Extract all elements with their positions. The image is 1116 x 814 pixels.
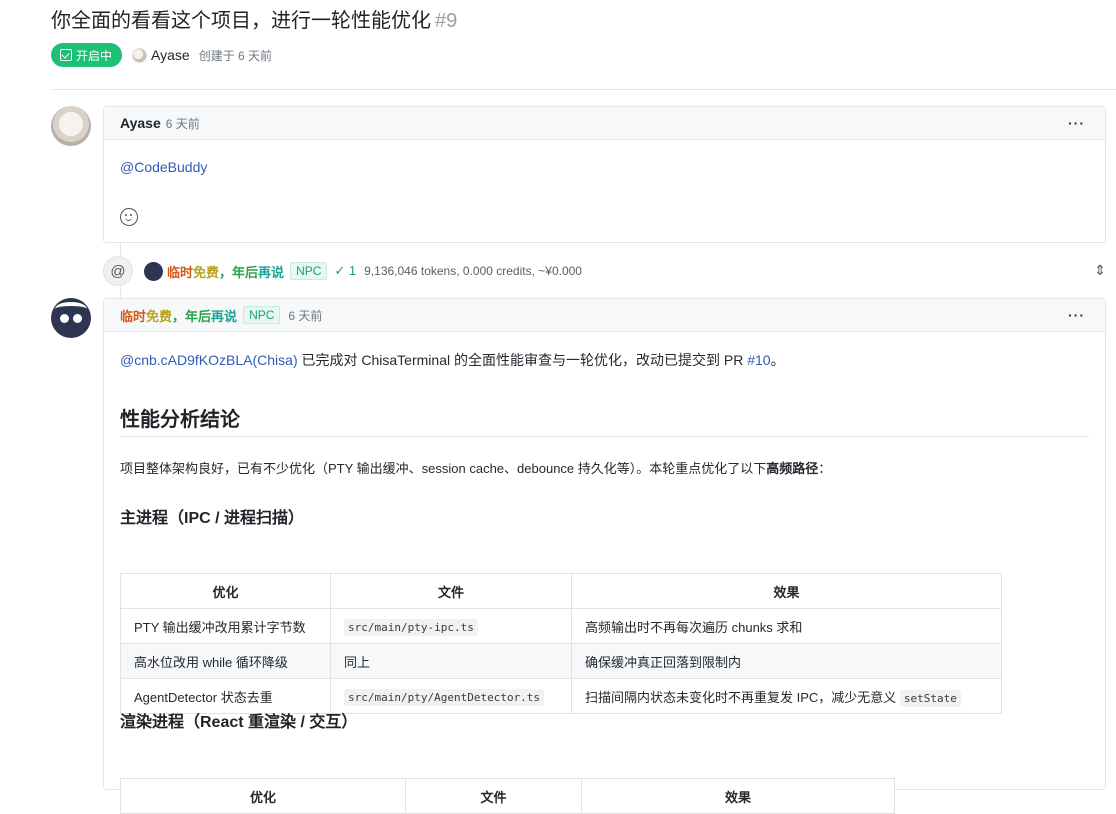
- created-time: 创建于 6 天前: [198, 48, 273, 63]
- cell-file: 同上: [330, 643, 572, 679]
- bot-name[interactable]: 临时免费，年后再说: [120, 306, 237, 325]
- comment-card: Ayase 6 天前 ··· @CodeBuddy: [103, 106, 1106, 243]
- comment-header: 临时免费，年后再说 NPC 6 天前 ···: [104, 299, 1105, 332]
- issue-number: #9: [435, 10, 458, 32]
- summary-paragraph: @cnb.cAD9fKOzBLA(Chisa) 已完成对 ChisaTermin…: [120, 350, 785, 370]
- header-effect: 效果: [581, 778, 895, 814]
- issue-meta: 开启中 Ayase 创建于 6 天前: [51, 43, 272, 67]
- header-opt: 优化: [120, 573, 331, 609]
- bot-name-part: 临时: [167, 264, 194, 280]
- pr-link[interactable]: #10: [747, 352, 770, 368]
- user-mention-link[interactable]: @cnb.cAD9fKOzBLA(Chisa): [120, 352, 298, 368]
- table-header-row: 优化 文件 效果: [120, 573, 1002, 609]
- effect-text: 扫描间隔内状态未变化时不再重复发 IPC，减少无意义: [585, 689, 900, 705]
- comment-header: Ayase 6 天前 ···: [104, 107, 1105, 140]
- bot-name-part: 免费: [146, 308, 173, 324]
- cell-opt: 高水位改用 while 循环降级: [120, 643, 331, 679]
- bot-name-part: 免费: [193, 264, 220, 280]
- intro-text: 项目整体架构良好，已有不少优化（PTY 输出缓冲、session cache、d…: [120, 461, 767, 476]
- cell-effect: 高频输出时不再每次遍历 chunks 求和: [571, 608, 1002, 644]
- summary-end: 。: [770, 352, 785, 368]
- bot-name-part: ，年后: [219, 264, 259, 280]
- heading-rule: [120, 436, 1089, 437]
- header-effect: 效果: [571, 573, 1002, 609]
- file-code: src/main/pty-ipc.ts: [344, 618, 478, 636]
- issue-title-text: 你全面的看看这个项目，进行一轮性能优化: [51, 10, 431, 32]
- more-options-icon[interactable]: ···: [1068, 115, 1085, 131]
- bot-comment-card: 临时免费，年后再说 NPC 6 天前 ··· @cnb.cAD9fKOzBLA(…: [103, 298, 1106, 814]
- intro-end: ：: [818, 461, 832, 476]
- commenter-avatar[interactable]: [51, 106, 91, 146]
- cell-file: src/main/pty/AgentDetector.ts: [330, 678, 572, 714]
- section-heading: 性能分析结论: [120, 409, 240, 431]
- intro-paragraph: 项目整体架构良好，已有不少优化（PTY 输出缓冲、session cache、d…: [120, 458, 831, 477]
- bot-name-part: 临时: [120, 308, 147, 324]
- cell-opt: PTY 输出缓冲改用累计字节数: [120, 608, 331, 644]
- bot-name-part: 再说: [211, 308, 238, 324]
- intro-bold: 高频路径: [766, 461, 819, 476]
- expand-icon[interactable]: ⇕: [1094, 262, 1106, 279]
- table-row: PTY 输出缓冲改用累计字节数 src/main/pty-ipc.ts 高频输出…: [120, 608, 1002, 644]
- mention-link[interactable]: @CodeBuddy: [120, 159, 207, 175]
- header-divider: [51, 89, 1116, 90]
- open-status-icon: [60, 49, 72, 61]
- subsection-main-process: 主进程（IPC / 进程扫描）: [120, 510, 305, 527]
- optimization-table-main: 优化 文件 效果 PTY 输出缓冲改用累计字节数 src/main/pty-ip…: [120, 573, 1002, 714]
- comment-author[interactable]: Ayase: [120, 115, 161, 131]
- issue-title: 你全面的看看这个项目，进行一轮性能优化 #9: [51, 4, 457, 33]
- add-reaction-icon[interactable]: [120, 208, 138, 226]
- bot-avatar[interactable]: [144, 261, 163, 281]
- npc-badge: NPC: [243, 306, 281, 324]
- cell-file: src/main/pty-ipc.ts: [330, 608, 572, 644]
- comment-time: 6 天前: [288, 308, 323, 323]
- optimization-table-renderer: 优化 文件 效果: [120, 778, 895, 814]
- author-name[interactable]: Ayase: [151, 47, 190, 63]
- header-file: 文件: [330, 573, 572, 609]
- token-usage: 9,136,046 tokens, 0.000 credits, ~¥0.000: [364, 264, 582, 278]
- effect-code: setState: [899, 689, 961, 707]
- table-header-row: 优化 文件 效果: [120, 778, 895, 814]
- mention-event: @ 临时免费，年后再说 NPC ✓ 1 9,136,046 tokens, 0.…: [103, 256, 1106, 286]
- author-avatar[interactable]: [132, 47, 148, 63]
- summary-text: 已完成对 ChisaTerminal 的全面性能审查与一轮优化，改动已提交到 P…: [297, 352, 748, 368]
- cell-effect: 确保缓冲真正回落到限制内: [571, 643, 1002, 679]
- comment-time: 6 天前: [165, 116, 200, 131]
- subsection-renderer: 渲染进程（React 重渲染 / 交互）: [120, 714, 358, 731]
- bot-name[interactable]: 临时免费，年后再说: [167, 262, 284, 281]
- status-label: 开启中: [76, 48, 113, 63]
- bot-name-part: ，年后: [172, 308, 212, 324]
- bot-comment-avatar[interactable]: [51, 298, 91, 338]
- status-badge: 开启中: [51, 43, 123, 67]
- header-opt: 优化: [120, 778, 406, 814]
- bot-name-part: 再说: [258, 264, 285, 280]
- table-row: 高水位改用 while 循环降级 同上 确保缓冲真正回落到限制内: [120, 643, 1002, 679]
- file-code: src/main/pty/AgentDetector.ts: [344, 688, 545, 706]
- more-options-icon[interactable]: ···: [1068, 307, 1085, 323]
- cell-effect: 扫描间隔内状态未变化时不再重复发 IPC，减少无意义 setState: [571, 678, 1002, 714]
- header-file: 文件: [405, 778, 582, 814]
- npc-badge: NPC: [290, 262, 328, 280]
- check-count[interactable]: ✓ 1: [334, 263, 356, 279]
- at-icon: @: [103, 256, 133, 286]
